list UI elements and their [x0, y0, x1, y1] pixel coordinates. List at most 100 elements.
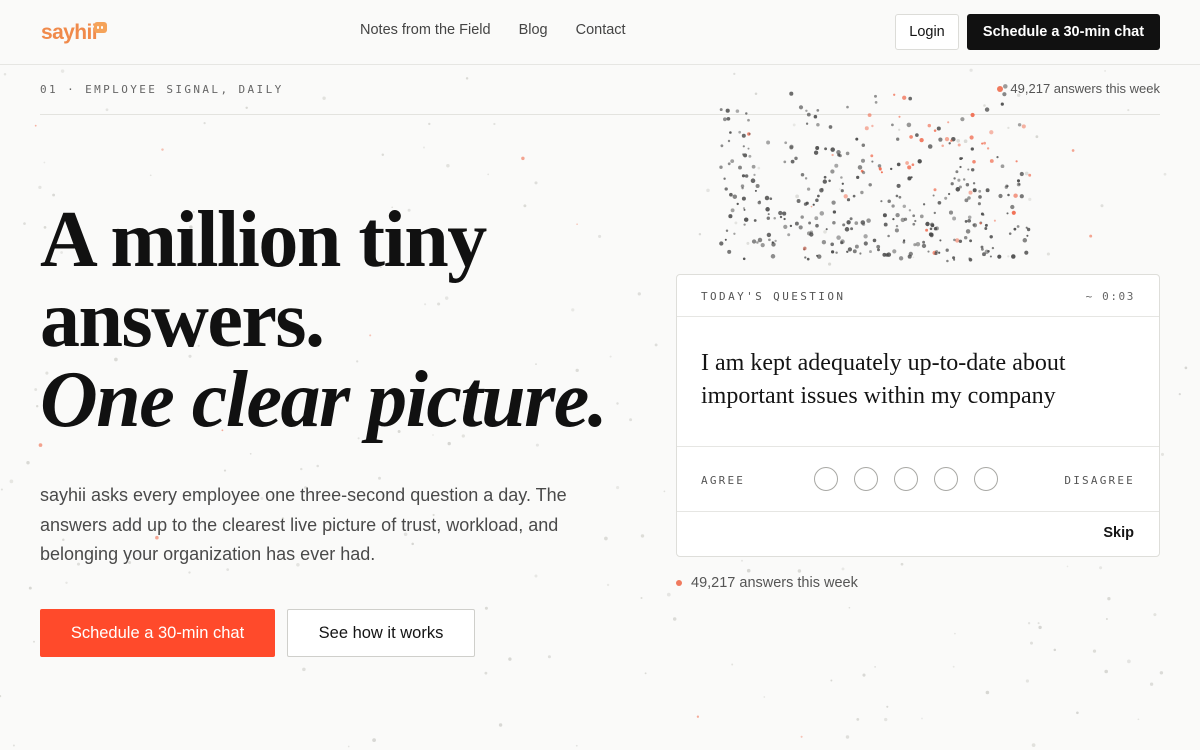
nav-link-contact[interactable]: Contact [576, 22, 626, 38]
answer-dot [989, 235, 993, 239]
answer-dot [732, 194, 738, 199]
answer-dot [803, 246, 807, 250]
background-particle [1153, 613, 1157, 617]
background-particle [795, 194, 799, 199]
answer-dot [850, 227, 854, 231]
answer-dot [846, 198, 851, 202]
answer-dot [969, 135, 974, 140]
answer-dot [972, 182, 976, 185]
background-particle [1028, 197, 1032, 201]
answer-dot [842, 223, 846, 227]
answer-dot [913, 243, 917, 247]
background-particle [378, 476, 381, 480]
scale-option-1[interactable] [814, 467, 838, 491]
background-particle [36, 405, 39, 408]
background-particle [465, 77, 469, 80]
answer-dot [741, 196, 746, 201]
answer-dot [964, 219, 968, 223]
sayhii-logo[interactable]: sayhii [41, 17, 107, 47]
answer-dot [1000, 164, 1005, 169]
answer-dot [743, 217, 749, 222]
answer-dot [809, 232, 814, 237]
answer-dot [953, 238, 956, 242]
answer-dot [979, 221, 983, 225]
answer-dot [945, 248, 949, 252]
answer-dot [989, 130, 994, 135]
answer-dot [984, 227, 988, 230]
nav-link-blog[interactable]: Blog [519, 22, 548, 38]
scale-option-5[interactable] [974, 467, 998, 491]
answer-dot [764, 195, 770, 201]
answer-dot [967, 196, 971, 200]
background-particle [800, 735, 803, 738]
answer-dot [903, 217, 908, 221]
answer-dot [798, 225, 803, 230]
answer-dot [914, 219, 917, 223]
answer-dot [934, 226, 939, 231]
answer-dot [774, 239, 777, 243]
answer-dot [960, 117, 965, 122]
see-how-it-works-button[interactable]: See how it works [287, 609, 475, 657]
answer-dot [932, 194, 935, 197]
answer-dot [817, 194, 820, 198]
background-particle [1024, 171, 1029, 176]
answer-dot [860, 169, 864, 173]
headline-line-1: A million tiny [40, 196, 487, 284]
background-particle [969, 68, 973, 72]
answer-dot [808, 221, 812, 225]
answer-dot [789, 145, 794, 150]
scale-label-agree: AGREE [701, 474, 746, 487]
answer-dot [950, 139, 953, 142]
background-particle [734, 221, 738, 225]
answer-dot [805, 122, 809, 125]
answer-dot [750, 178, 756, 183]
todays-question-card: TODAY'S QUESTION ~ 0:03 I am kept adequa… [676, 274, 1160, 557]
live-dot-icon [676, 580, 682, 586]
background-particle [1100, 204, 1104, 208]
answer-dot [766, 232, 772, 238]
answer-dot [959, 165, 962, 169]
background-particle [12, 744, 15, 747]
background-particle [921, 717, 923, 720]
answer-dot [766, 216, 770, 220]
skip-button[interactable]: Skip [1103, 525, 1134, 541]
background-particle [963, 139, 968, 144]
answer-dot [804, 177, 808, 180]
answer-dot [733, 232, 736, 235]
scale-option-2[interactable] [854, 467, 878, 491]
background-particle [1071, 149, 1075, 152]
background-particle [757, 166, 761, 170]
background-particle [886, 705, 889, 708]
scale-option-4[interactable] [934, 467, 958, 491]
background-particle [900, 562, 904, 566]
answer-dot [806, 231, 812, 236]
answer-dot [747, 132, 751, 136]
scale-option-3[interactable] [894, 467, 918, 491]
nav-schedule-chat-button[interactable]: Schedule a 30-min chat [967, 14, 1160, 50]
answer-dot [725, 229, 729, 232]
answer-dot [872, 238, 877, 243]
login-button[interactable]: Login [895, 14, 959, 50]
nav-link-notes-from-the-field[interactable]: Notes from the Field [360, 22, 491, 38]
answer-dot [789, 224, 793, 228]
eyebrow-divider [40, 114, 1160, 115]
answer-dot [800, 215, 804, 219]
answer-dot [972, 188, 977, 193]
background-particle [1163, 172, 1167, 176]
answer-dot [898, 195, 902, 199]
answer-dot [794, 221, 799, 226]
answer-dot [887, 199, 891, 204]
background-particle [637, 292, 641, 296]
background-particle [1159, 671, 1164, 675]
background-particle [65, 581, 68, 584]
schedule-chat-button[interactable]: Schedule a 30-min chat [40, 609, 275, 657]
answer-dot [738, 130, 742, 134]
answer-dot [896, 162, 901, 167]
answer-dot [1024, 250, 1029, 255]
background-particle [381, 153, 385, 156]
background-particle [640, 534, 645, 538]
answer-dot [957, 143, 961, 147]
answer-dot [927, 123, 932, 128]
background-particle [672, 617, 677, 621]
answer-dot [909, 135, 913, 139]
